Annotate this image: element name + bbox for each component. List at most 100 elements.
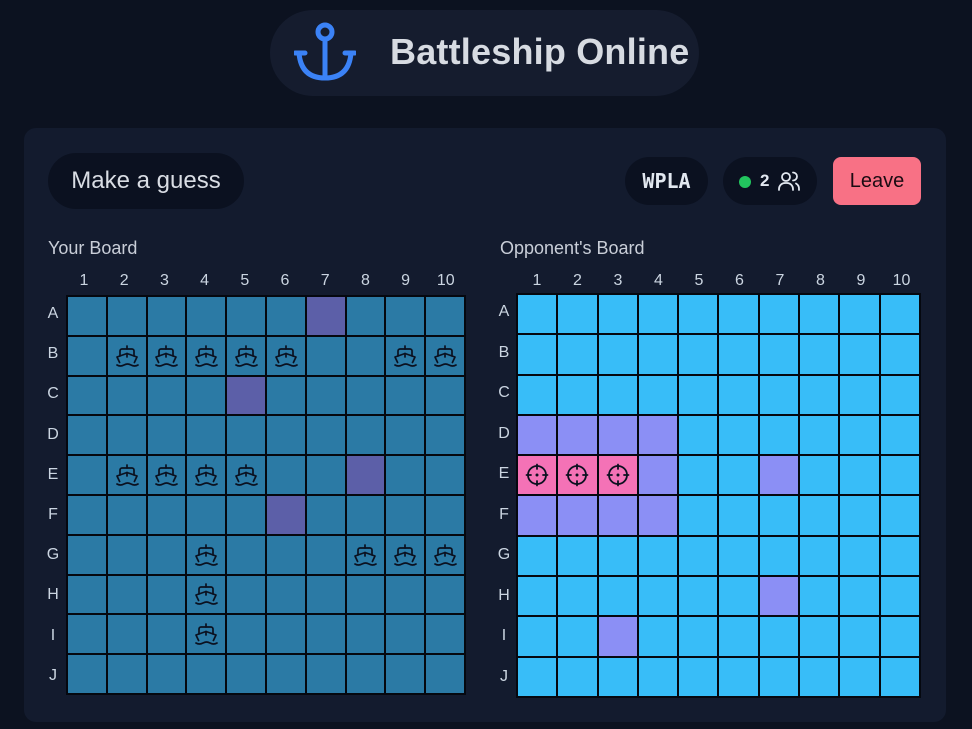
water-cell-E8[interactable]	[800, 456, 839, 495]
water-cell-H9[interactable]	[840, 577, 879, 616]
water-cell-J9[interactable]	[840, 657, 879, 696]
water-cell-A5[interactable]	[679, 295, 718, 334]
water-cell-A3[interactable]	[598, 295, 637, 334]
water-cell-J3[interactable]	[598, 657, 637, 696]
water-cell-F7[interactable]	[759, 496, 799, 535]
game-code-badge[interactable]: WPLA	[625, 157, 708, 205]
water-cell-I4[interactable]	[638, 617, 678, 656]
miss-cell-F4[interactable]	[638, 496, 678, 535]
water-cell-C6[interactable]	[719, 375, 758, 414]
water-cell-G1[interactable]	[518, 536, 557, 576]
water-cell-A4[interactable]	[638, 295, 678, 334]
water-cell-B9[interactable]	[840, 335, 879, 374]
water-cell-I5[interactable]	[679, 617, 718, 656]
water-cell-B4[interactable]	[638, 335, 678, 374]
water-cell-F8[interactable]	[800, 496, 839, 535]
water-cell-C9[interactable]	[840, 375, 879, 414]
water-cell-C1[interactable]	[518, 375, 557, 414]
miss-cell-E7[interactable]	[759, 456, 799, 495]
water-cell-I6[interactable]	[719, 617, 758, 656]
water-cell-H3[interactable]	[598, 577, 637, 616]
miss-cell-D2[interactable]	[558, 415, 597, 455]
water-cell-G6[interactable]	[719, 536, 758, 576]
water-cell-H10[interactable]	[880, 577, 919, 616]
water-cell-B2[interactable]	[558, 335, 597, 374]
water-cell-C2[interactable]	[558, 375, 597, 414]
water-cell-F10[interactable]	[880, 496, 919, 535]
water-cell-D8[interactable]	[800, 415, 839, 455]
water-cell-C7[interactable]	[759, 375, 799, 414]
water-cell-I8[interactable]	[800, 617, 839, 656]
water-cell-B8[interactable]	[800, 335, 839, 374]
water-cell-C10[interactable]	[880, 375, 919, 414]
water-cell-I7[interactable]	[759, 617, 799, 656]
miss-cell-D3[interactable]	[598, 415, 637, 455]
water-cell-I9[interactable]	[840, 617, 879, 656]
miss-cell-D1[interactable]	[518, 415, 557, 455]
water-cell-D10[interactable]	[880, 415, 919, 455]
water-cell-B1[interactable]	[518, 335, 557, 374]
miss-cell-I3[interactable]	[598, 617, 637, 656]
water-cell-C5[interactable]	[679, 375, 718, 414]
miss-cell-H7[interactable]	[759, 577, 799, 616]
water-cell-D9[interactable]	[840, 415, 879, 455]
water-cell-J2[interactable]	[558, 657, 597, 696]
water-cell-G9[interactable]	[840, 536, 879, 576]
water-cell-G4[interactable]	[638, 536, 678, 576]
hit-cell-E3[interactable]	[598, 456, 637, 495]
water-cell-B3[interactable]	[598, 335, 637, 374]
water-cell-J6[interactable]	[719, 657, 758, 696]
water-cell-H4[interactable]	[638, 577, 678, 616]
hit-cell-E2[interactable]	[558, 456, 597, 495]
miss-cell-F1[interactable]	[518, 496, 557, 535]
water-cell-G10[interactable]	[880, 536, 919, 576]
water-cell-H5[interactable]	[679, 577, 718, 616]
water-cell-J1[interactable]	[518, 657, 557, 696]
water-cell-C8[interactable]	[800, 375, 839, 414]
water-cell-E10[interactable]	[880, 456, 919, 495]
hit-cell-E1[interactable]	[518, 456, 557, 495]
water-cell-J8[interactable]	[800, 657, 839, 696]
water-cell-H1[interactable]	[518, 577, 557, 616]
water-cell-A7[interactable]	[759, 295, 799, 334]
water-cell-A2[interactable]	[558, 295, 597, 334]
water-cell-H6[interactable]	[719, 577, 758, 616]
water-cell-D6[interactable]	[719, 415, 758, 455]
water-cell-G8[interactable]	[800, 536, 839, 576]
water-cell-I1[interactable]	[518, 617, 557, 656]
water-cell-B7[interactable]	[759, 335, 799, 374]
water-cell-D7[interactable]	[759, 415, 799, 455]
water-cell-F6[interactable]	[719, 496, 758, 535]
water-cell-A8[interactable]	[800, 295, 839, 334]
water-cell-A9[interactable]	[840, 295, 879, 334]
water-cell-C4[interactable]	[638, 375, 678, 414]
water-cell-A10[interactable]	[880, 295, 919, 334]
miss-cell-D4[interactable]	[638, 415, 678, 455]
water-cell-I2[interactable]	[558, 617, 597, 656]
water-cell-C3[interactable]	[598, 375, 637, 414]
water-cell-E9[interactable]	[840, 456, 879, 495]
water-cell-D5[interactable]	[679, 415, 718, 455]
water-cell-J10[interactable]	[880, 657, 919, 696]
leave-button[interactable]: Leave	[833, 157, 921, 205]
water-cell-B10[interactable]	[880, 335, 919, 374]
water-cell-G7[interactable]	[759, 536, 799, 576]
miss-cell-F3[interactable]	[598, 496, 637, 535]
water-cell-F5[interactable]	[679, 496, 718, 535]
miss-cell-F2[interactable]	[558, 496, 597, 535]
water-cell-F9[interactable]	[840, 496, 879, 535]
water-cell-J7[interactable]	[759, 657, 799, 696]
water-cell-B6[interactable]	[719, 335, 758, 374]
water-cell-I10[interactable]	[880, 617, 919, 656]
water-cell-E6[interactable]	[719, 456, 758, 495]
water-cell-A6[interactable]	[719, 295, 758, 334]
miss-cell-E4[interactable]	[638, 456, 678, 495]
water-cell-B5[interactable]	[679, 335, 718, 374]
water-cell-G3[interactable]	[598, 536, 637, 576]
water-cell-A1[interactable]	[518, 295, 557, 334]
water-cell-E5[interactable]	[679, 456, 718, 495]
water-cell-H2[interactable]	[558, 577, 597, 616]
water-cell-G5[interactable]	[679, 536, 718, 576]
water-cell-G2[interactable]	[558, 536, 597, 576]
water-cell-J5[interactable]	[679, 657, 718, 696]
